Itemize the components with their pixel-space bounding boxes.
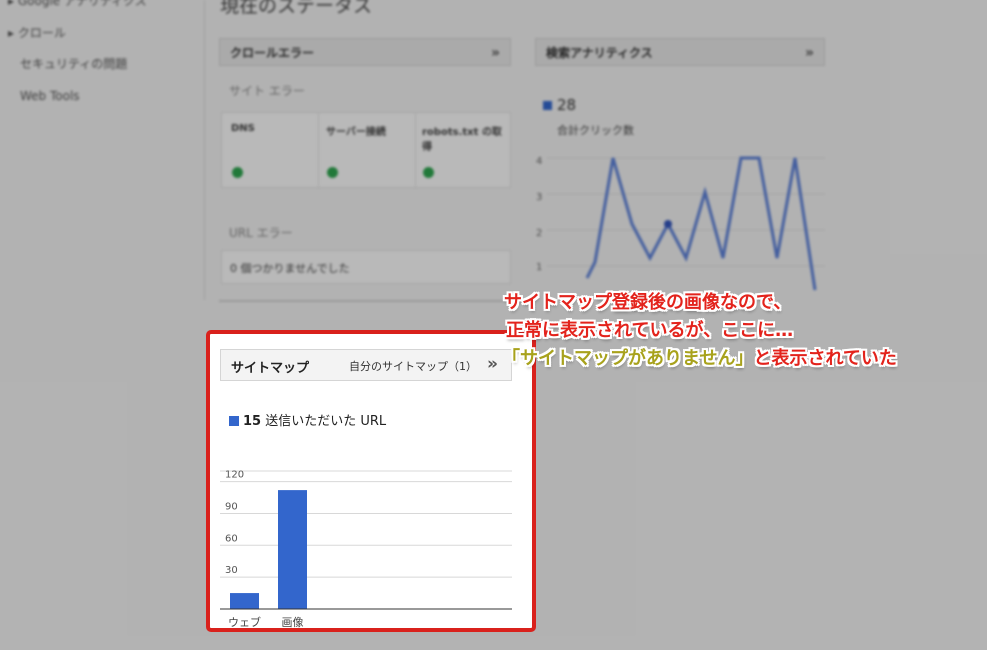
annotation-quote: 「サイトマップがありません」	[502, 348, 754, 369]
sitemap-legend: 15 送信いただいた URL	[229, 410, 386, 429]
my-sitemaps-link[interactable]: 自分のサイトマップ（1）	[349, 358, 477, 374]
bar-image	[278, 490, 307, 609]
y-tick-label: 90	[225, 501, 238, 512]
y-tick-label: 60	[225, 533, 238, 544]
legend-swatch	[229, 416, 239, 426]
annotation-line-3: 「サイトマップがありません」と表示されていた	[502, 344, 897, 370]
x-tick-label: 画像	[282, 616, 304, 629]
bar-web	[230, 593, 259, 609]
sitemap-card-highlight: サイトマップ 自分のサイトマップ（1） » 15 送信いただいた URL 120…	[206, 330, 536, 632]
sitemap-card-header[interactable]: サイトマップ 自分のサイトマップ（1） »	[220, 349, 512, 381]
submitted-count: 15	[243, 414, 262, 429]
x-tick-label: ウェブ	[228, 615, 261, 629]
sitemap-title: サイトマップ	[231, 361, 310, 376]
submitted-label: 送信いただいた URL	[265, 414, 387, 429]
annotation-line-2: 正常に表示されているが、ここに…	[506, 320, 794, 341]
y-tick-label: 30	[225, 565, 238, 576]
y-tick-label: 120	[225, 470, 244, 481]
annotation-rest: と表示されていた	[753, 348, 897, 369]
sitemap-bar-chart: 120 90 60 30 ウェブ 画像	[220, 470, 512, 629]
chevron-right-icon[interactable]: »	[487, 354, 498, 374]
annotation-line-1: サイトマップ登録後の画像なので、	[504, 292, 792, 313]
